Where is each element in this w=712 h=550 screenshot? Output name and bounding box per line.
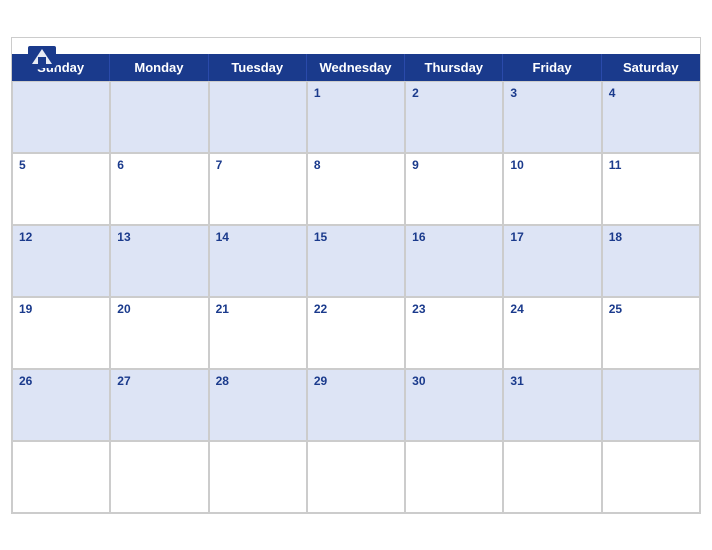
date-number: 2 (412, 86, 496, 100)
day-sunday: Sunday (12, 54, 110, 81)
calendar-cell: 18 (602, 225, 700, 297)
date-number: 9 (412, 158, 496, 172)
days-header: Sunday Monday Tuesday Wednesday Thursday… (12, 54, 700, 81)
day-monday: Monday (110, 54, 208, 81)
calendar-cell: 2 (405, 81, 503, 153)
calendar-cell: 19 (12, 297, 110, 369)
calendar-cell: 15 (307, 225, 405, 297)
calendar-cell: 9 (405, 153, 503, 225)
date-number: 19 (19, 302, 103, 316)
logo-area (28, 46, 60, 68)
calendar-cell: 31 (503, 369, 601, 441)
date-number: 1 (314, 86, 398, 100)
date-number: 11 (609, 158, 693, 172)
date-number: 5 (19, 158, 103, 172)
calendar-cell: 13 (110, 225, 208, 297)
calendar-container: Sunday Monday Tuesday Wednesday Thursday… (11, 37, 701, 514)
calendar-cell: 22 (307, 297, 405, 369)
date-number: 3 (510, 86, 594, 100)
calendar-cell: 23 (405, 297, 503, 369)
calendar-cell: 17 (503, 225, 601, 297)
date-number: 12 (19, 230, 103, 244)
date-number: 28 (216, 374, 300, 388)
calendar-cell: 8 (307, 153, 405, 225)
date-number: 7 (216, 158, 300, 172)
date-number: 15 (314, 230, 398, 244)
calendar-cell: 28 (209, 369, 307, 441)
calendar-cell: 3 (503, 81, 601, 153)
date-number: 27 (117, 374, 201, 388)
calendar-cell: 26 (12, 369, 110, 441)
calendar-cell: 24 (503, 297, 601, 369)
date-number: 26 (19, 374, 103, 388)
calendar-cell (602, 369, 700, 441)
date-number: 20 (117, 302, 201, 316)
calendar-cell (307, 441, 405, 513)
calendar-cell: 14 (209, 225, 307, 297)
day-saturday: Saturday (602, 54, 700, 81)
calendar-cell: 30 (405, 369, 503, 441)
calendar-cell: 10 (503, 153, 601, 225)
calendar-cell (405, 441, 503, 513)
date-number: 22 (314, 302, 398, 316)
calendar-cell (110, 81, 208, 153)
date-number: 29 (314, 374, 398, 388)
calendar-cell (209, 441, 307, 513)
calendar-cell: 20 (110, 297, 208, 369)
calendar-cell: 16 (405, 225, 503, 297)
calendar-cell (12, 441, 110, 513)
date-number: 17 (510, 230, 594, 244)
date-number: 25 (609, 302, 693, 316)
date-number: 18 (609, 230, 693, 244)
date-number: 4 (609, 86, 693, 100)
calendar-cell: 7 (209, 153, 307, 225)
calendar-cell: 5 (12, 153, 110, 225)
day-thursday: Thursday (405, 54, 503, 81)
calendar-cell: 25 (602, 297, 700, 369)
date-number: 31 (510, 374, 594, 388)
date-number: 24 (510, 302, 594, 316)
calendar-header (12, 38, 700, 54)
calendar-grid: 1234567891011121314151617181920212223242… (12, 81, 700, 513)
calendar-cell: 27 (110, 369, 208, 441)
date-number: 16 (412, 230, 496, 244)
date-number: 10 (510, 158, 594, 172)
calendar-cell (110, 441, 208, 513)
calendar-cell (503, 441, 601, 513)
calendar-cell: 11 (602, 153, 700, 225)
calendar-cell (12, 81, 110, 153)
date-number: 14 (216, 230, 300, 244)
calendar-cell: 1 (307, 81, 405, 153)
calendar-cell: 6 (110, 153, 208, 225)
date-number: 30 (412, 374, 496, 388)
calendar-cell: 21 (209, 297, 307, 369)
day-friday: Friday (503, 54, 601, 81)
day-tuesday: Tuesday (209, 54, 307, 81)
generalblue-logo-icon (28, 46, 56, 68)
date-number: 6 (117, 158, 201, 172)
calendar-cell: 4 (602, 81, 700, 153)
calendar-cell: 12 (12, 225, 110, 297)
calendar-cell: 29 (307, 369, 405, 441)
day-wednesday: Wednesday (307, 54, 405, 81)
date-number: 21 (216, 302, 300, 316)
calendar-cell (602, 441, 700, 513)
calendar-cell (209, 81, 307, 153)
date-number: 13 (117, 230, 201, 244)
date-number: 8 (314, 158, 398, 172)
date-number: 23 (412, 302, 496, 316)
